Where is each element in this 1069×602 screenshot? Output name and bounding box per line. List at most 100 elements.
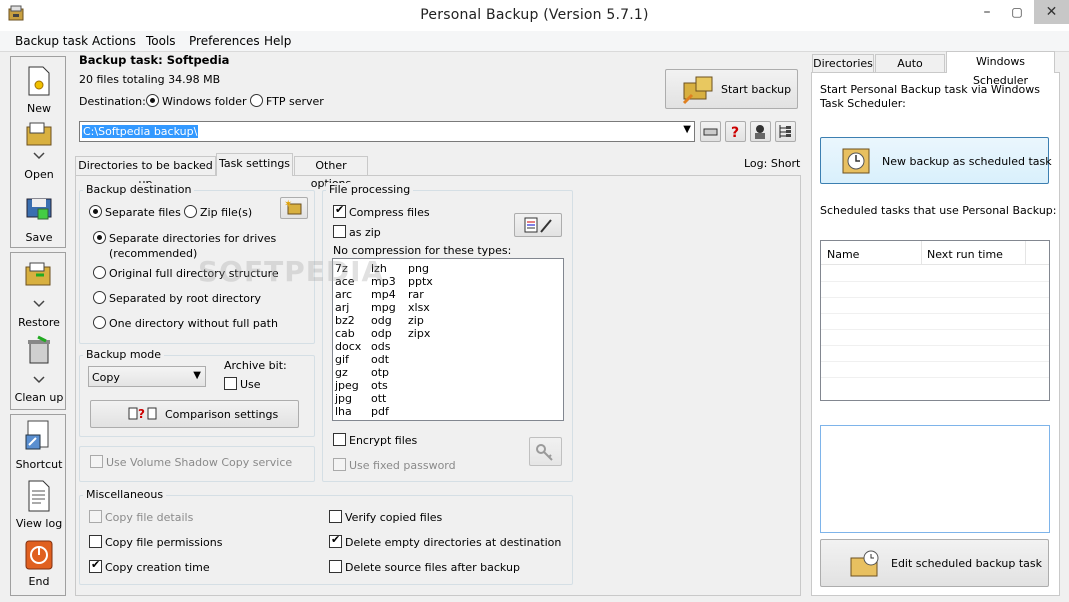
tab-auto-backup[interactable]: Auto Backup [875, 54, 945, 87]
new-button[interactable]: New [11, 61, 67, 119]
task-details-box[interactable] [820, 425, 1050, 533]
new-scheduled-task-button[interactable]: New backup as scheduled task [820, 137, 1052, 184]
comparison-icon: ? [128, 407, 157, 421]
edit-scheduled-task-label: Edit scheduled backup task [891, 557, 1042, 570]
table-row [821, 345, 1049, 346]
shortcut-button[interactable]: Shortcut [11, 417, 67, 475]
menu-tools[interactable]: Tools [146, 33, 176, 49]
save-button[interactable]: Save [11, 185, 67, 245]
end-button[interactable]: End [11, 537, 67, 593]
copy-creation-label: Copy creation time [105, 561, 210, 574]
extension-item[interactable]: arj [335, 301, 349, 314]
backup-mode-select[interactable]: Copy ▼ [88, 366, 206, 387]
extension-item[interactable]: ott [371, 392, 386, 405]
scheduled-tasks-label: Scheduled tasks that use Personal Backup… [820, 204, 1057, 217]
extension-item[interactable]: jpeg [335, 379, 359, 392]
radio-separate-files[interactable] [89, 205, 102, 218]
password-key-button[interactable] [529, 437, 562, 466]
open-button[interactable]: Open [11, 119, 67, 183]
copy-creation-checkbox[interactable]: ✔ [89, 558, 102, 573]
extension-item[interactable]: jpg [335, 392, 352, 405]
menu-actions[interactable]: Actions [92, 33, 136, 49]
minimize-button[interactable]: – [972, 0, 1002, 24]
tab-right-directories[interactable]: Directories [812, 54, 874, 72]
copy-permissions-checkbox[interactable] [89, 535, 102, 548]
delete-source-checkbox[interactable] [329, 560, 342, 573]
delete-empty-checkbox[interactable]: ✔ [329, 533, 342, 548]
tab-other-options[interactable]: Other options [294, 156, 368, 190]
view-log-button[interactable]: View log [11, 477, 67, 535]
tab-windows-scheduler[interactable]: Windows Scheduler [946, 51, 1055, 87]
help-button[interactable]: ? [725, 121, 746, 142]
edit-scheduled-task-button[interactable]: Edit scheduled backup task [820, 539, 1049, 587]
extension-item[interactable]: ods [371, 340, 390, 353]
radio-one-directory[interactable] [93, 316, 106, 329]
menu-backup-task[interactable]: Backup task [15, 33, 88, 49]
table-header: Name Next run time [821, 241, 1049, 265]
extension-item[interactable]: ots [371, 379, 388, 392]
extension-item[interactable]: mp4 [371, 288, 396, 301]
extension-item[interactable]: odg [371, 314, 392, 327]
user-button[interactable] [750, 121, 771, 142]
extension-item[interactable]: zip [408, 314, 424, 327]
extension-item[interactable]: png [408, 262, 429, 275]
column-name[interactable]: Name [827, 248, 859, 261]
encrypt-files-checkbox[interactable] [333, 433, 346, 446]
extension-item[interactable]: rar [408, 288, 424, 301]
as-zip-checkbox[interactable] [333, 225, 346, 238]
extension-item[interactable]: zipx [408, 327, 430, 340]
restore-label: Restore [18, 316, 60, 329]
destination-label: Destination: [79, 95, 146, 108]
copy-details-checkbox[interactable] [89, 510, 102, 523]
archive-bit-checkbox[interactable] [224, 377, 237, 390]
encrypt-files-label: Encrypt files [349, 434, 418, 447]
destination-path-combo[interactable]: C:\Softpedia backup\ ▼ [79, 121, 695, 142]
radio-windows-folder[interactable] [146, 94, 159, 107]
radio-root-directory[interactable] [93, 291, 106, 304]
shadow-copy-label: Use Volume Shadow Copy service [106, 456, 293, 469]
menu-help[interactable]: Help [264, 33, 291, 49]
extension-item[interactable]: pptx [408, 275, 433, 288]
extension-item[interactable]: cab [335, 327, 355, 340]
start-backup-button[interactable]: Start backup [665, 69, 798, 109]
scheduled-tasks-table[interactable]: Name Next run time [820, 240, 1050, 401]
edit-compression-button[interactable] [514, 213, 562, 237]
radio-separate-directories[interactable] [93, 231, 106, 244]
tree-button[interactable] [775, 121, 796, 142]
close-button[interactable]: ✕ [1034, 0, 1069, 24]
cleanup-button[interactable]: Clean up [11, 333, 67, 407]
backup-mode-title: Backup mode [83, 348, 165, 361]
drive-button[interactable] [700, 121, 721, 142]
extension-item[interactable]: bz2 [335, 314, 355, 327]
shortcut-icon [25, 420, 49, 450]
extension-item[interactable]: mpg [371, 301, 396, 314]
extension-item[interactable]: gif [335, 353, 349, 366]
extension-item[interactable]: gz [335, 366, 348, 379]
tab-directories[interactable]: Directories to be backed up [75, 156, 216, 190]
fixed-password-checkbox[interactable] [333, 458, 346, 471]
zip-files-label: Zip file(s) [200, 206, 253, 219]
maximize-button[interactable]: ▢ [1002, 0, 1032, 24]
verify-checkbox[interactable] [329, 510, 342, 523]
comparison-settings-button[interactable]: ? Comparison settings [90, 400, 299, 428]
extension-item[interactable]: pdf [371, 405, 389, 418]
extension-item[interactable]: docx [335, 340, 361, 353]
extension-item[interactable]: lha [335, 405, 352, 418]
menu-preferences[interactable]: Preferences [189, 33, 260, 49]
extension-item[interactable]: odt [371, 353, 389, 366]
radio-full-directory[interactable] [93, 266, 106, 279]
extension-item[interactable]: odp [371, 327, 392, 340]
extension-item[interactable]: arc [335, 288, 352, 301]
column-next-run[interactable]: Next run time [927, 248, 1003, 261]
new-folder-button[interactable]: ✶ [280, 197, 308, 219]
radio-zip-files[interactable] [184, 205, 197, 218]
tab-task-settings[interactable]: Task settings [216, 153, 293, 176]
extension-item[interactable]: xlsx [408, 301, 430, 314]
table-row [821, 297, 1049, 298]
toolbar-group-misc: Shortcut View log End [10, 414, 66, 596]
restore-button[interactable]: Restore [11, 257, 67, 331]
radio-ftp-server[interactable] [250, 94, 263, 107]
shadow-copy-checkbox[interactable] [90, 455, 103, 468]
compress-files-checkbox[interactable]: ✔ [333, 203, 346, 218]
extension-item[interactable]: otp [371, 366, 389, 379]
